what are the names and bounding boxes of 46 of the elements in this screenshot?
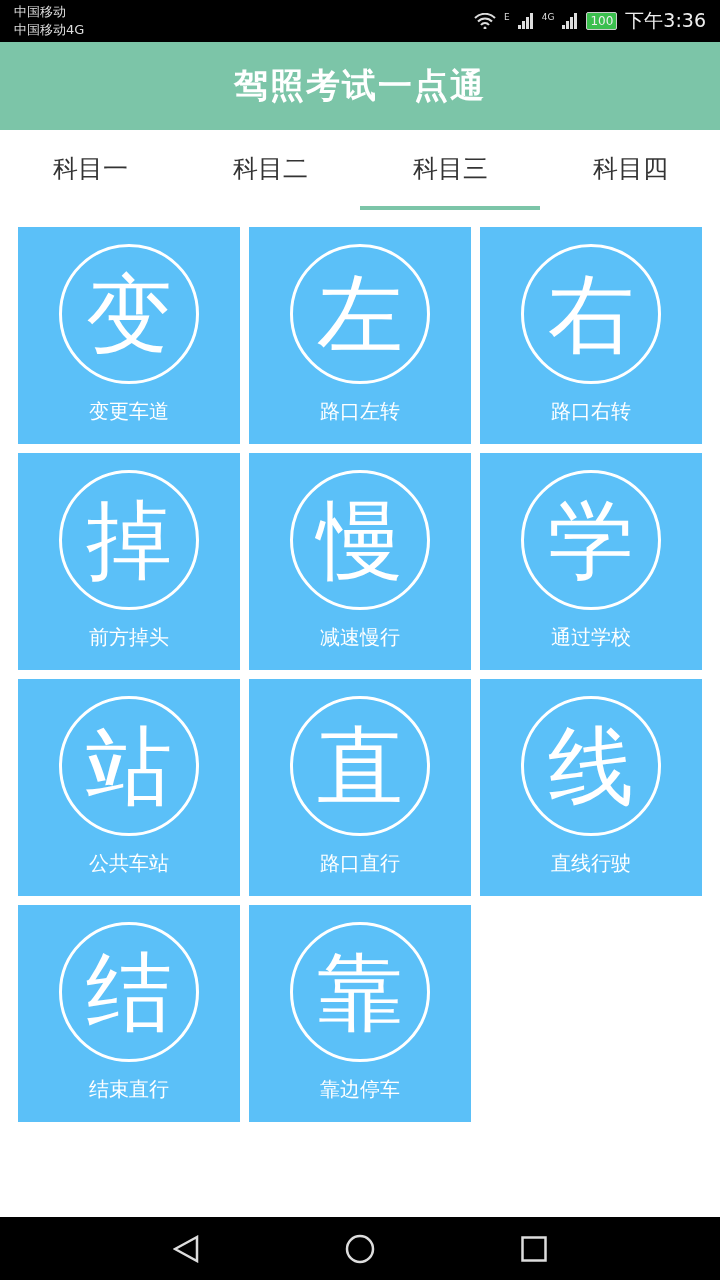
network-type: E	[504, 12, 510, 22]
clock: 下午3:36	[625, 8, 706, 33]
lesson-tile[interactable]: 直 路口直行	[249, 679, 471, 896]
tile-label: 变更车道	[89, 398, 169, 425]
lesson-tile[interactable]: 掉 前方掉头	[18, 453, 240, 670]
battery-level: 100	[586, 12, 618, 30]
glyph-badge: 左	[290, 244, 430, 384]
carrier-name: 中国移动	[14, 3, 67, 21]
wifi-icon	[474, 13, 497, 29]
glyph-badge: 慢	[290, 470, 430, 610]
glyph-badge: 变	[59, 244, 199, 384]
tile-label: 路口直行	[320, 850, 400, 877]
tile-label: 靠边停车	[320, 1076, 400, 1103]
tile-label: 公共车站	[89, 850, 169, 877]
lesson-tile[interactable]: 站 公共车站	[18, 679, 240, 896]
glyph-badge: 站	[59, 696, 199, 836]
glyph-badge: 靠	[290, 922, 430, 1062]
tile-label: 结束直行	[89, 1076, 169, 1103]
app-title: 驾照考试一点通	[234, 64, 486, 107]
lesson-tile[interactable]: 慢 减速慢行	[249, 453, 471, 670]
signal-icon	[517, 13, 534, 29]
glyph-badge: 学	[521, 470, 661, 610]
glyph-badge: 结	[59, 922, 199, 1062]
recents-icon[interactable]	[521, 1235, 547, 1262]
tile-label: 前方掉头	[89, 624, 169, 651]
network-type: 4G	[541, 12, 555, 22]
lesson-tile[interactable]: 左 路口左转	[249, 227, 471, 444]
tile-label: 路口右转	[551, 398, 631, 425]
tile-label: 减速慢行	[320, 624, 400, 651]
back-icon[interactable]	[173, 1234, 199, 1263]
lesson-tile[interactable]: 学 通过学校	[480, 453, 702, 670]
glyph-badge: 线	[521, 696, 661, 836]
tile-label: 路口左转	[320, 398, 400, 425]
home-icon[interactable]	[345, 1233, 375, 1264]
tile-label: 通过学校	[551, 624, 631, 651]
carrier-name: 中国移动4G	[14, 21, 85, 39]
lesson-tile[interactable]: 变 变更车道	[18, 227, 240, 444]
glyph-badge: 掉	[59, 470, 199, 610]
tile-label: 直线行驶	[551, 850, 631, 877]
lesson-tile[interactable]: 结 结束直行	[18, 905, 240, 1122]
lesson-tile[interactable]: 右 路口右转	[480, 227, 702, 444]
lesson-tile[interactable]: 靠 靠边停车	[249, 905, 471, 1122]
lesson-tile[interactable]: 线 直线行驶	[480, 679, 702, 896]
signal-icon	[562, 13, 579, 29]
glyph-badge: 右	[521, 244, 661, 384]
glyph-badge: 直	[290, 696, 430, 836]
